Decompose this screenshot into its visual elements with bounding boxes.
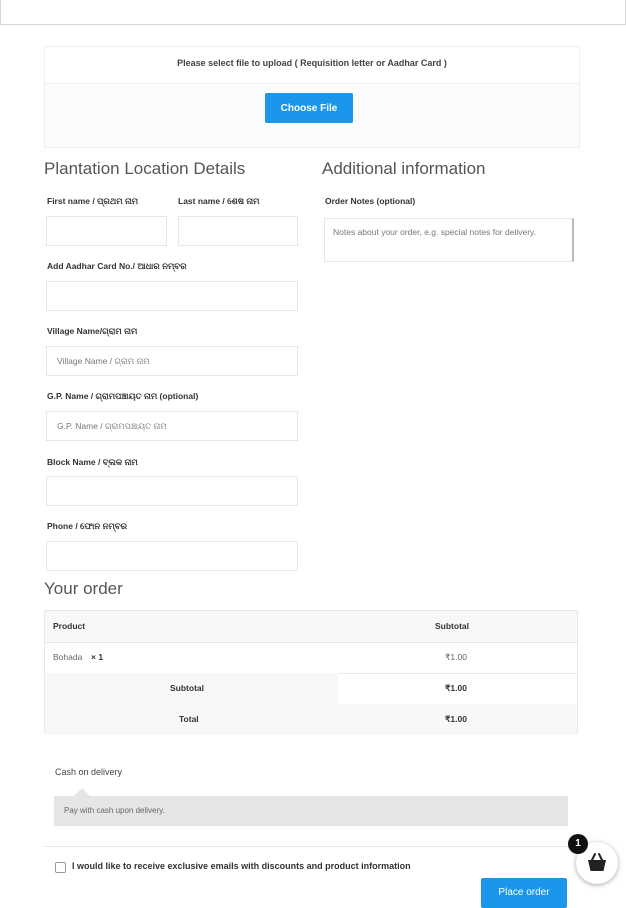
order-review-table: Product Subtotal Bohada × 1 ₹1.00 Subtot… — [44, 610, 578, 735]
table-row: Bohada × 1 ₹1.00 — [45, 642, 577, 674]
first-name-label: First name / ପ୍ରଥମ ନାମ — [47, 196, 139, 206]
total-row: Total ₹1.00 — [45, 704, 577, 735]
village-field[interactable]: Village Name / ଗ୍ରାମ ନାମ — [46, 346, 298, 376]
payment-description: Pay with cash upon delivery. — [54, 796, 568, 826]
email-consent-label[interactable]: I would like to receive exclusive emails… — [72, 861, 411, 871]
upload-instructions: Please select file to upload ( Requisiti… — [45, 47, 579, 84]
choose-file-button[interactable]: Choose File — [265, 93, 353, 123]
aadhar-field[interactable] — [46, 281, 298, 311]
first-name-field[interactable] — [46, 216, 167, 246]
last-name-label: Last name / ଶେଷ ନାମ — [178, 196, 260, 206]
your-order-heading: Your order — [44, 579, 123, 598]
top-header-bar — [0, 0, 626, 25]
file-upload-panel: Please select file to upload ( Requisiti… — [44, 46, 580, 148]
gp-field[interactable]: G.P. Name / ଗ୍ରାମପଞ୍ଚାୟତ ନାମ — [46, 411, 298, 441]
subtotal-column-header: Subtotal — [435, 621, 469, 631]
aadhar-label: Add Aadhar Card No./ ଆଧାର ନମ୍ବର — [47, 261, 187, 271]
phone-label: Phone / ଫୋନ ନମ୍ବର — [47, 521, 128, 531]
payment-box-pointer — [74, 788, 90, 796]
email-consent-checkbox[interactable] — [55, 862, 66, 873]
product-price: ₹1.00 — [445, 652, 467, 662]
village-label: Village Name/ଗ୍ରାମ ନାମ — [47, 326, 138, 336]
divider — [44, 846, 578, 847]
table-header-row: Product Subtotal — [45, 611, 577, 643]
phone-field[interactable] — [46, 541, 298, 571]
place-order-button[interactable]: Place order — [481, 878, 567, 908]
cart-count-badge: 1 — [568, 834, 588, 854]
plantation-heading: Plantation Location Details — [44, 159, 246, 178]
product-column-header: Product — [53, 621, 86, 631]
block-label: Block Name / ବ୍ଲକ ନାମ — [47, 457, 138, 467]
subtotal-value: ₹1.00 — [445, 683, 467, 693]
additional-info-heading: Additional information — [322, 159, 486, 178]
block-field[interactable] — [46, 476, 298, 506]
total-label: Total — [179, 714, 199, 724]
total-value: ₹1.00 — [445, 714, 467, 724]
product-quantity: × 1 — [91, 652, 104, 662]
order-notes-label: Order Notes (optional) — [325, 196, 416, 206]
subtotal-row: Subtotal ₹1.00 — [45, 673, 577, 705]
last-name-field[interactable] — [178, 216, 298, 246]
product-name: Bohada — [53, 652, 83, 662]
subtotal-label: Subtotal — [170, 683, 204, 693]
payment-method-label[interactable]: Cash on delivery — [55, 767, 122, 777]
order-notes-field[interactable]: Notes about your order, e.g. special not… — [324, 218, 574, 262]
gp-label: G.P. Name / ଗ୍ରାମପଞ୍ଚାୟତ ନାମ (optional) — [47, 391, 199, 401]
